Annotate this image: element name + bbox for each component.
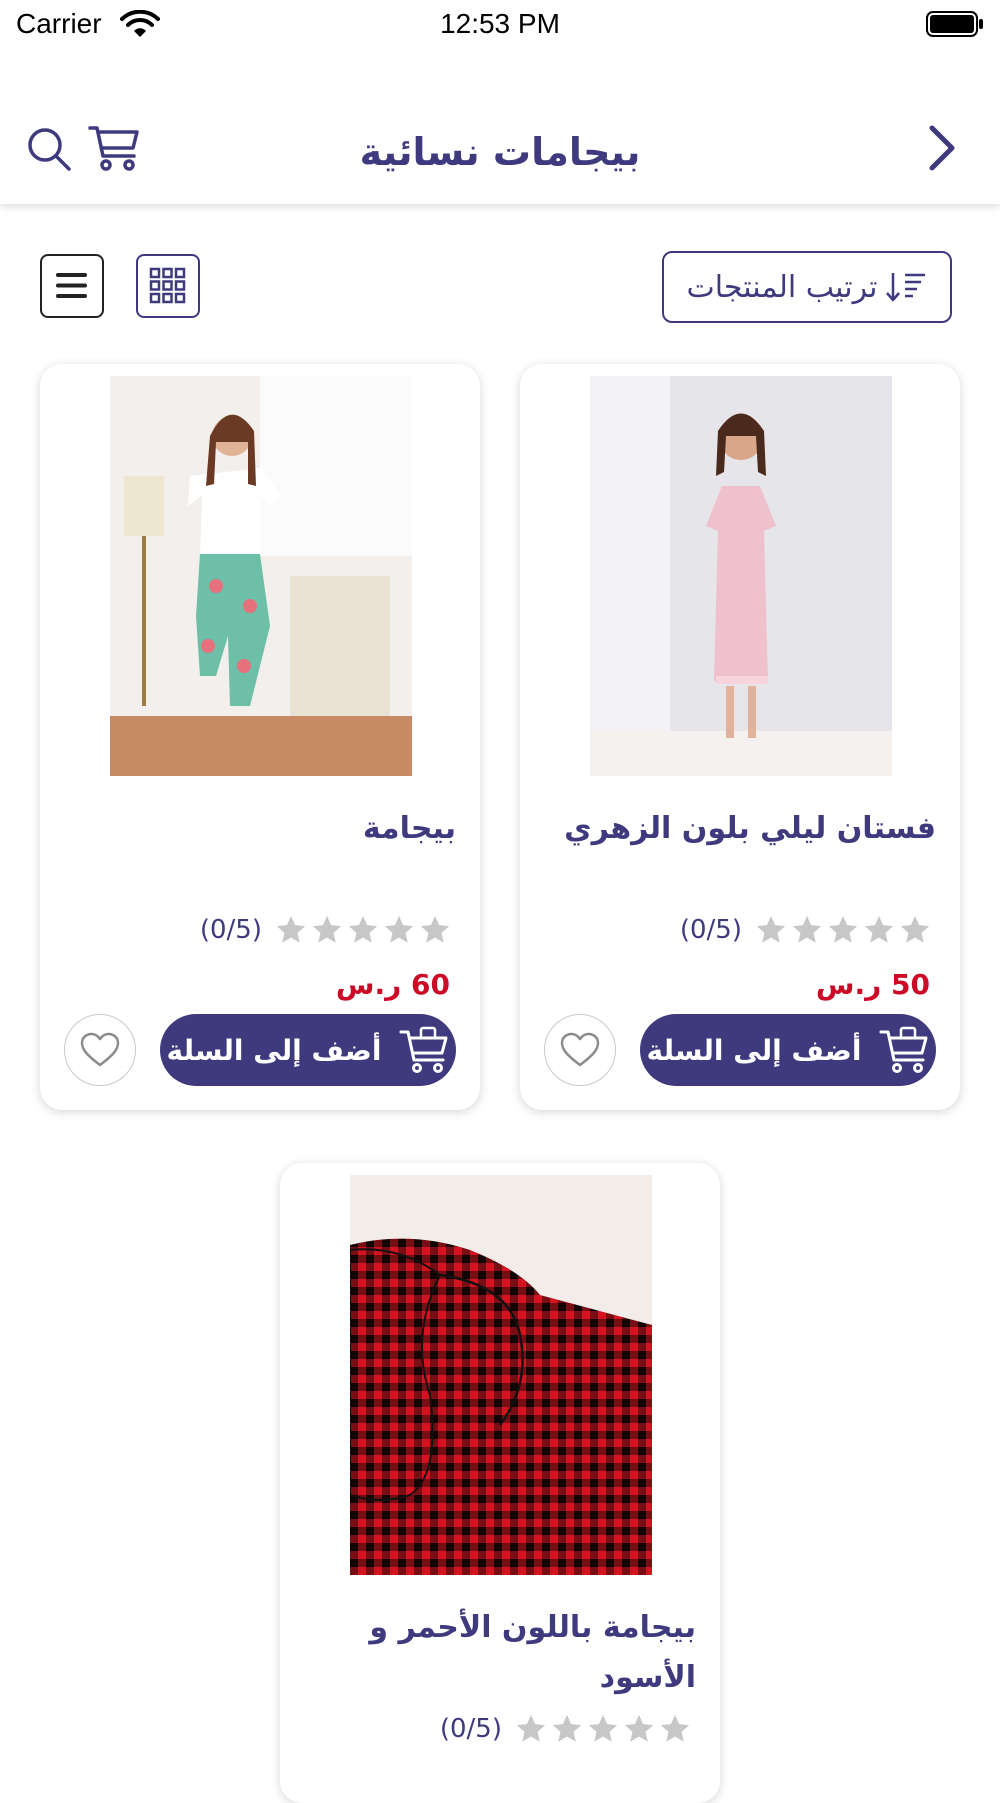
product-price: 50 ر.س [815, 968, 930, 1001]
star-icon [516, 1714, 546, 1742]
star-icon [588, 1714, 618, 1742]
product-price: 60 ر.س [335, 968, 450, 1001]
rating: (0/5) [440, 1711, 692, 1747]
rating-value: (0/5) [439, 1714, 502, 1744]
heart-icon [560, 1032, 600, 1067]
app-header: بيجامات نسائية [0, 100, 1000, 204]
star-icon [660, 1714, 690, 1742]
rating-value: (0/5) [679, 915, 742, 945]
product-image[interactable] [350, 1175, 652, 1575]
star-icon [276, 915, 306, 943]
star-icon [756, 915, 786, 943]
list-view-button[interactable] [40, 254, 104, 318]
product-name[interactable]: بيجامة [64, 804, 456, 854]
grid-icon [149, 267, 186, 304]
product-card[interactable]: بيجامة (0/5) 60 ر.س أضف إلى السلة [40, 364, 480, 1110]
product-image[interactable] [110, 376, 412, 776]
product-name[interactable]: بيجامة باللون الأحمر و الأسود [304, 1603, 696, 1703]
product-name[interactable]: فستان ليلي بلون الزهري [544, 804, 936, 854]
rating: (0/5) [200, 912, 452, 948]
rating-stars [754, 913, 932, 947]
favorite-button[interactable] [64, 1014, 136, 1086]
list-icon [56, 273, 87, 298]
page-title: بيجامات نسائية [359, 130, 641, 174]
product-image[interactable] [590, 376, 892, 776]
star-icon [312, 915, 342, 943]
add-cart-icon [399, 1026, 448, 1073]
grid-view-button[interactable] [136, 254, 200, 318]
rating-stars [274, 913, 452, 947]
add-to-cart-button[interactable]: أضف إلى السلة [160, 1014, 456, 1086]
add-to-cart-label: أضف إلى السلة [646, 1033, 862, 1067]
product-card[interactable]: بيجامة باللون الأحمر و الأسود (0/5) [280, 1163, 720, 1803]
star-icon [900, 915, 930, 943]
rating-stars [514, 1712, 692, 1746]
star-icon [384, 915, 414, 943]
battery-icon [926, 11, 983, 37]
sort-products-button[interactable]: ترتيب المنتجات [662, 251, 952, 323]
sort-icon [886, 273, 926, 302]
chevron-right-icon[interactable] [922, 122, 962, 174]
star-icon [828, 915, 858, 943]
product-card[interactable]: فستان ليلي بلون الزهري (0/5) 50 ر.س أضف … [520, 364, 960, 1110]
star-icon [552, 1714, 582, 1742]
sort-label: ترتيب المنتجات [686, 269, 878, 305]
add-to-cart-label: أضف إلى السلة [166, 1033, 382, 1067]
clock: 12:53 PM [440, 8, 560, 39]
star-icon [792, 915, 822, 943]
star-icon [864, 915, 894, 943]
rating: (0/5) [680, 912, 932, 948]
add-cart-icon [879, 1026, 928, 1073]
status-bar: Carrier 12:53 PM [0, 0, 1000, 52]
add-to-cart-button[interactable]: أضف إلى السلة [640, 1014, 936, 1086]
star-icon [420, 915, 450, 943]
star-icon [348, 915, 378, 943]
heart-icon [80, 1032, 120, 1067]
star-icon [624, 1714, 654, 1742]
rating-value: (0/5) [199, 915, 262, 945]
favorite-button[interactable] [544, 1014, 616, 1086]
